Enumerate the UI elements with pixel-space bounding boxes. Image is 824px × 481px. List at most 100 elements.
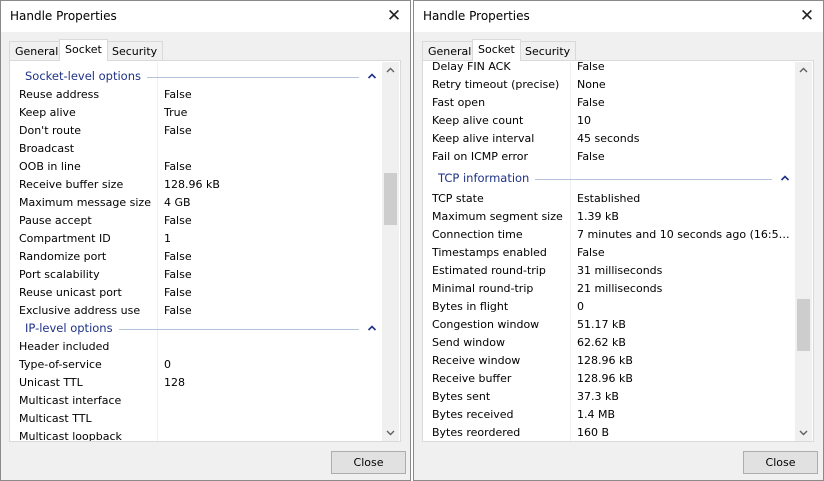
close-button[interactable]: Close bbox=[331, 451, 406, 474]
chevron-up-icon[interactable] bbox=[367, 71, 377, 81]
property-value: 10 bbox=[577, 114, 591, 127]
property-row[interactable]: TCP state Established bbox=[424, 190, 796, 208]
group-header[interactable]: Socket-level options bbox=[11, 68, 383, 86]
property-row[interactable]: Port scalability False bbox=[11, 266, 383, 284]
property-list[interactable]: Delay FIN ACK False Retry timeout (precise… bbox=[424, 62, 796, 441]
property-row[interactable]: Keep alive True bbox=[11, 104, 383, 122]
property-name: Bytes received bbox=[432, 408, 514, 421]
chevron-up-icon[interactable] bbox=[367, 323, 377, 333]
property-row[interactable]: Fail on ICMP error False bbox=[424, 148, 796, 166]
scroll-down-icon[interactable] bbox=[795, 424, 812, 441]
property-value: 128 bbox=[164, 376, 185, 389]
property-name: Receive buffer bbox=[432, 372, 512, 385]
property-row[interactable]: Minimal round-trip 21 milliseconds bbox=[424, 280, 796, 298]
tab-socket[interactable]: Socket bbox=[472, 39, 521, 61]
property-name: TCP state bbox=[432, 192, 484, 205]
property-row[interactable]: Compartment ID 1 bbox=[11, 230, 383, 248]
property-row[interactable]: Retry timeout (precise) None bbox=[424, 76, 796, 94]
property-value: 1.39 kB bbox=[577, 210, 619, 223]
property-row[interactable]: Multicast TTL bbox=[11, 410, 383, 428]
scrollbar-thumb[interactable] bbox=[384, 172, 397, 225]
vertical-scrollbar[interactable] bbox=[795, 62, 812, 441]
property-name: Keep alive count bbox=[432, 114, 524, 127]
close-icon[interactable]: ✕ bbox=[378, 1, 410, 32]
property-row[interactable]: OOB in line False bbox=[11, 158, 383, 176]
property-value: 31 milliseconds bbox=[577, 264, 663, 277]
property-name: Reuse address bbox=[19, 88, 100, 101]
property-row[interactable]: Broadcast bbox=[11, 140, 383, 158]
property-value: 37.3 kB bbox=[577, 390, 619, 403]
property-row[interactable]: Randomize port False bbox=[11, 248, 383, 266]
property-row[interactable]: Unicast TTL 128 bbox=[11, 374, 383, 392]
property-row[interactable]: Receive buffer 128.96 kB bbox=[424, 370, 796, 388]
property-row[interactable]: Type-of-service 0 bbox=[11, 356, 383, 374]
property-row[interactable]: Timestamps enabled False bbox=[424, 244, 796, 262]
group-title: Socket-level options bbox=[25, 69, 141, 83]
property-row[interactable]: Congestion window 51.17 kB bbox=[424, 316, 796, 334]
group-separator bbox=[535, 179, 772, 180]
property-row[interactable]: Exclusive address use False bbox=[11, 302, 383, 320]
property-row[interactable]: Keep alive count 10 bbox=[424, 112, 796, 130]
vertical-scrollbar[interactable] bbox=[382, 62, 399, 441]
property-name: Broadcast bbox=[19, 142, 75, 155]
property-value: Established bbox=[577, 192, 641, 205]
close-button[interactable]: Close bbox=[743, 451, 818, 474]
property-value: False bbox=[577, 246, 605, 259]
property-row[interactable]: Receive window 128.96 kB bbox=[424, 352, 796, 370]
property-value: 21 milliseconds bbox=[577, 282, 663, 295]
tab-security[interactable]: Security bbox=[106, 41, 164, 61]
property-list[interactable]: Socket-level options Reuse address False Ke… bbox=[11, 62, 383, 441]
property-row[interactable]: Bytes reordered 160 B bbox=[424, 424, 796, 441]
property-row[interactable]: Maximum segment size 1.39 kB bbox=[424, 208, 796, 226]
property-name: Pause accept bbox=[19, 214, 92, 227]
tab-general[interactable]: General bbox=[422, 41, 478, 61]
group-header[interactable]: IP-level options bbox=[11, 320, 383, 338]
title-bar: Handle Properties ✕ bbox=[414, 1, 823, 32]
property-name: Maximum message size bbox=[19, 196, 151, 209]
property-row[interactable]: Header included bbox=[11, 338, 383, 356]
scroll-down-icon[interactable] bbox=[382, 424, 399, 441]
property-value: 160 B bbox=[577, 426, 610, 439]
property-name: Timestamps enabled bbox=[432, 246, 547, 259]
socket-tab-panel: Delay FIN ACK False Retry timeout (precise… bbox=[422, 60, 814, 442]
property-row[interactable]: Bytes in flight 0 bbox=[424, 298, 796, 316]
property-row[interactable]: Bytes received 1.4 MB bbox=[424, 406, 796, 424]
property-row[interactable]: Pause accept False bbox=[11, 212, 383, 230]
property-name: Multicast loopback bbox=[19, 430, 122, 441]
property-row[interactable]: Multicast interface bbox=[11, 392, 383, 410]
tab-socket[interactable]: Socket bbox=[59, 39, 108, 61]
property-row[interactable]: Don't route False bbox=[11, 122, 383, 140]
property-name: Bytes in flight bbox=[432, 300, 509, 313]
property-name: Multicast interface bbox=[19, 394, 122, 407]
property-name: Multicast TTL bbox=[19, 412, 92, 425]
scroll-up-icon[interactable] bbox=[382, 62, 399, 79]
property-row[interactable]: Keep alive interval 45 seconds bbox=[424, 130, 796, 148]
property-row[interactable]: Maximum message size 4 GB bbox=[11, 194, 383, 212]
property-row[interactable]: Reuse address False bbox=[11, 86, 383, 104]
property-name: Randomize port bbox=[19, 250, 107, 263]
property-row[interactable]: Multicast loopback bbox=[11, 428, 383, 441]
property-row[interactable]: Bytes sent 37.3 kB bbox=[424, 388, 796, 406]
property-name: Fail on ICMP error bbox=[432, 150, 529, 163]
scroll-up-icon[interactable] bbox=[795, 62, 812, 79]
property-row[interactable]: Delay FIN ACK False bbox=[424, 62, 796, 76]
property-value: 0 bbox=[577, 300, 584, 313]
property-name: Congestion window bbox=[432, 318, 540, 331]
property-row[interactable]: Reuse unicast port False bbox=[11, 284, 383, 302]
property-name: Port scalability bbox=[19, 268, 100, 281]
property-name: Bytes reordered bbox=[432, 426, 521, 439]
scrollbar-thumb[interactable] bbox=[797, 298, 810, 351]
property-row[interactable]: Send window 62.62 kB bbox=[424, 334, 796, 352]
tab-security[interactable]: Security bbox=[519, 41, 577, 61]
chevron-up-icon[interactable] bbox=[780, 173, 790, 183]
property-row[interactable]: Fast open False bbox=[424, 94, 796, 112]
property-name: Receive window bbox=[432, 354, 521, 367]
property-row[interactable]: Connection time 7 minutes and 10 seconds … bbox=[424, 226, 796, 244]
property-value: False bbox=[577, 96, 605, 109]
property-row[interactable]: Receive buffer size 128.96 kB bbox=[11, 176, 383, 194]
group-header[interactable]: TCP information bbox=[424, 170, 796, 188]
close-icon[interactable]: ✕ bbox=[791, 1, 823, 32]
property-row[interactable]: Estimated round-trip 31 milliseconds bbox=[424, 262, 796, 280]
tab-general[interactable]: General bbox=[9, 41, 65, 61]
property-name: Maximum segment size bbox=[432, 210, 563, 223]
